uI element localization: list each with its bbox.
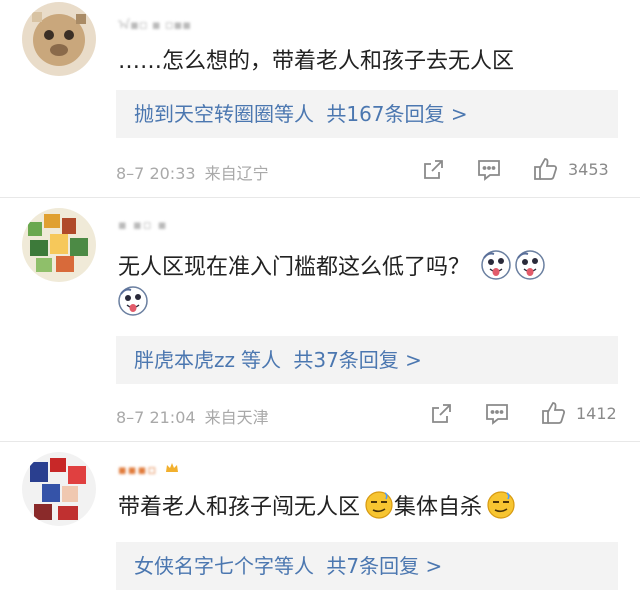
comment-text-row: 带着老人和孩子闯无人区 集体自杀 (118, 490, 618, 526)
thumbs-up-icon[interactable] (540, 400, 566, 424)
reply-count[interactable]: 共7条回复 > (326, 554, 442, 578)
reply-names[interactable]: 抛到天空转圈圈 (134, 102, 274, 126)
reply-count[interactable]: 共37条回复 > (293, 348, 422, 372)
thumbs-up-icon[interactable] (532, 156, 558, 180)
comment-text-tail: 集体自杀 (394, 495, 483, 520)
comment-location: 来自天津 (204, 408, 269, 427)
reply-count[interactable]: 共167条回复 > (326, 102, 467, 126)
share-icon[interactable] (429, 402, 455, 426)
tongue-face-emoji (481, 250, 511, 280)
comment-text: ……怎么想的，带着老人和孩子去无人区 (118, 49, 515, 74)
comment-icon[interactable] (484, 402, 510, 426)
smirk-face-emoji (486, 490, 516, 520)
username[interactable]: ᠠ▪▫ ▪ ▫▪▪ (118, 10, 191, 33)
comment-meta: 8–7 21:04 来自天津 (116, 404, 269, 428)
like-count: 3453 (568, 160, 609, 179)
comment-item: ▪▪▪▫ 带着老人和孩子闯无人区 集体自杀 女侠名字七个字等人 共7条回复 > (0, 442, 640, 600)
reply-summary[interactable]: 抛到天空转圈圈等人 共167条回复 > (116, 90, 618, 138)
comment-text: 带着老人和孩子闯无人区 (118, 495, 361, 520)
comment-text: 无人区现在准入门槛都这么低了吗？ (118, 255, 471, 280)
comment-time: 8–7 21:04 (116, 408, 196, 427)
smirk-face-emoji (364, 490, 394, 520)
comment-icon[interactable] (476, 158, 502, 182)
reply-names[interactable]: 女侠名字七个字 (134, 554, 274, 578)
avatar[interactable] (22, 2, 96, 76)
username[interactable]: ▪ ▪▫ ▪ (118, 218, 168, 234)
tongue-face-emoji (118, 286, 148, 316)
reply-suffix: 等人 (274, 554, 314, 578)
comment-item: ᠠ▪▫ ▪ ▫▪▪ ……怎么想的，带着老人和孩子去无人区 抛到天空转圈圈等人 共… (0, 0, 640, 195)
reply-suffix: 等人 (274, 102, 314, 126)
reply-names[interactable]: 胖虎本虎zz (134, 348, 235, 372)
tongue-face-emoji (515, 250, 545, 280)
reply-suffix: 等人 (241, 348, 281, 372)
like-count: 1412 (576, 404, 617, 423)
comment-text-row (118, 286, 618, 322)
username[interactable]: ▪▪▪▫ (118, 460, 180, 478)
share-icon[interactable] (421, 158, 447, 182)
crown-badge-icon (164, 460, 180, 480)
comment-meta: 8–7 20:33 来自辽宁 (116, 160, 269, 184)
avatar[interactable] (22, 208, 96, 282)
comment-text-row: 无人区现在准入门槛都这么低了吗？ (118, 250, 618, 286)
comment-location: 来自辽宁 (204, 164, 269, 183)
username-text[interactable]: ▪▪▪▫ (118, 463, 157, 478)
reply-summary[interactable]: 女侠名字七个字等人 共7条回复 > (116, 542, 618, 590)
comment-item: ▪ ▪▫ ▪ 无人区现在准入门槛都这么低了吗？ 胖虎本虎zz 等人 共37条回复 … (0, 198, 640, 440)
reply-summary[interactable]: 胖虎本虎zz 等人 共37条回复 > (116, 336, 618, 384)
comment-time: 8–7 20:33 (116, 164, 196, 183)
avatar[interactable] (22, 452, 96, 526)
